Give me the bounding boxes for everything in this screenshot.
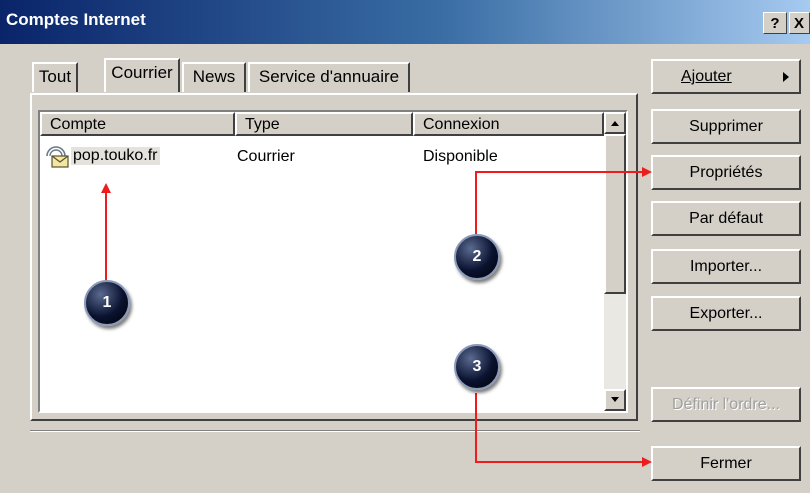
add-button-label: Ajouter [681,68,732,85]
accounts-list[interactable]: Compte Type Connexion pop.touko.fr Courr… [38,110,628,413]
submenu-arrow-icon [783,72,789,82]
delete-button[interactable]: Supprimer [651,109,801,144]
mail-account-icon [44,146,70,170]
account-name: pop.touko.fr [71,147,160,165]
separator [30,430,640,432]
table-row[interactable]: pop.touko.fr Courrier Disponible [40,112,604,172]
account-connexion: Disponible [423,148,498,165]
window-title: Comptes Internet [6,10,146,29]
vertical-scrollbar[interactable] [604,112,626,411]
account-type: Courrier [237,148,295,165]
import-button[interactable]: Importer... [651,249,801,284]
annotation-badge-2: 2 [454,234,500,280]
scroll-up-button[interactable] [604,112,626,134]
close-dialog-button[interactable]: Fermer [651,446,801,481]
scroll-thumb[interactable] [604,134,626,294]
help-button[interactable]: ? [763,12,787,34]
export-button[interactable]: Exporter... [651,296,801,331]
tab-tout[interactable]: Tout [32,62,78,92]
accounts-dialog: Comptes Internet ? X Tout Courrier News … [0,0,810,493]
annotation-badge-1: 1 [84,280,130,326]
arrow-up-icon [611,121,619,126]
arrow-down-icon [611,397,619,402]
add-button[interactable]: Ajouter [651,59,801,94]
set-default-button[interactable]: Par défaut [651,201,801,236]
close-button[interactable]: X [789,12,810,34]
set-order-button[interactable]: Définir l'ordre... [651,387,801,422]
properties-button[interactable]: Propriétés [651,155,801,190]
annotation-badge-3: 3 [454,344,500,390]
scroll-down-button[interactable] [604,389,626,411]
title-bar[interactable]: Comptes Internet ? X [0,0,810,44]
tab-courrier[interactable]: Courrier [104,58,180,92]
tab-news[interactable]: News [182,62,246,92]
tab-service-annuaire[interactable]: Service d'annuaire [248,62,410,92]
